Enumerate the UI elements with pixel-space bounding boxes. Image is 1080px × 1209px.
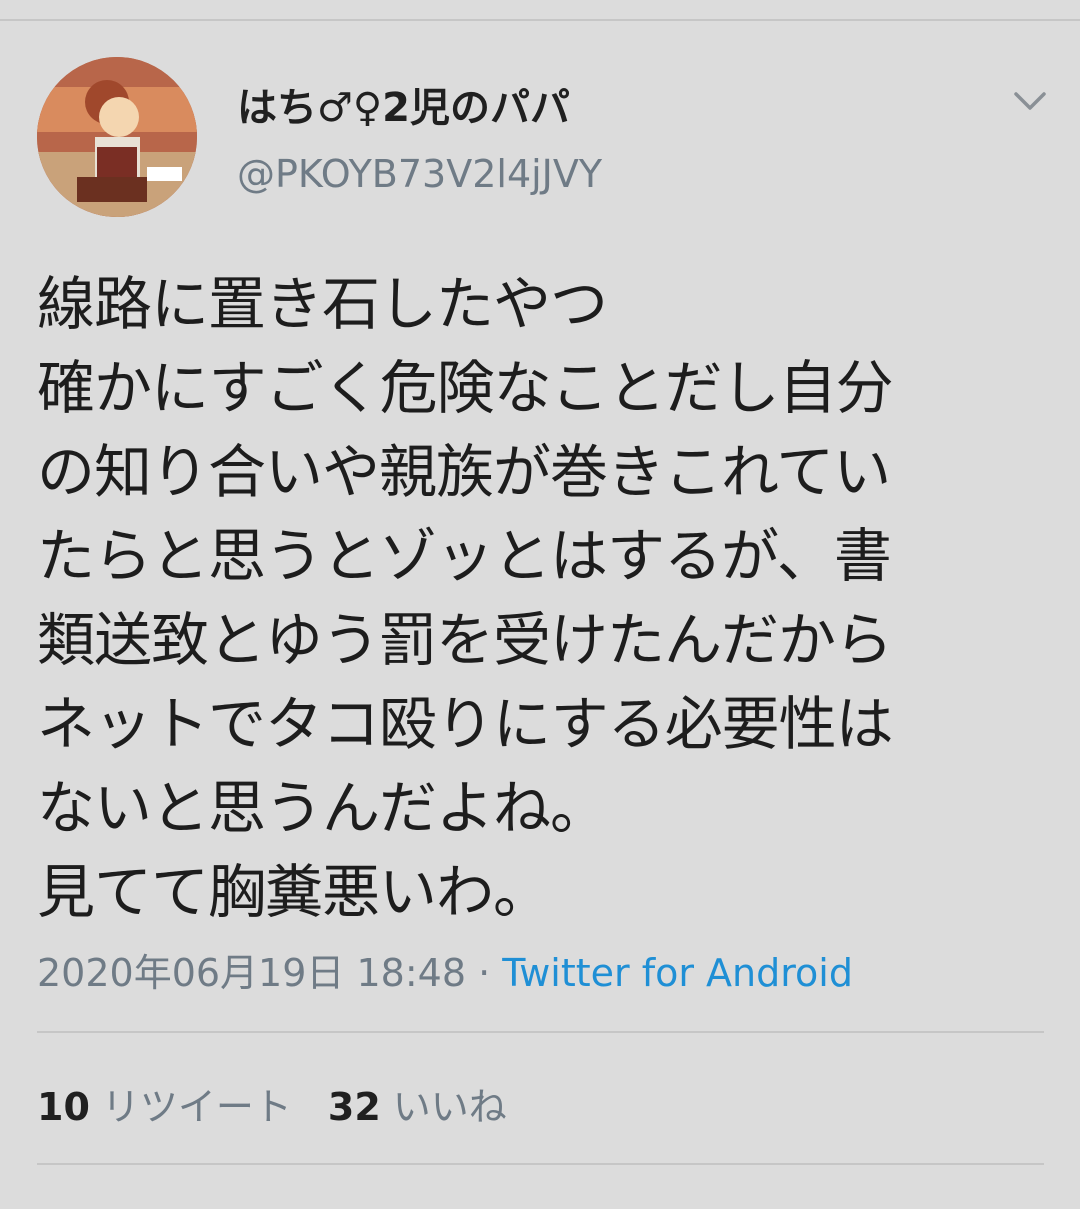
- chevron-down-icon[interactable]: [1010, 84, 1050, 120]
- top-divider: [0, 19, 1080, 21]
- tweet-detail-screen: はち♂♀2児のパパ @PKOYB73V2l4jJVY 線路に置き石したやつ 確か…: [0, 0, 1080, 1209]
- tweet-source-link[interactable]: Twitter for Android: [502, 951, 853, 995]
- tweet-line: の知り合いや親族が巻きこれてい: [37, 438, 891, 506]
- likes-stat[interactable]: 32 いいね: [328, 1085, 507, 1129]
- meta-separator: ·: [466, 951, 503, 995]
- stats-divider-bottom: [37, 1163, 1044, 1165]
- tweet-stats: 10 リツイート 32 いいね: [37, 1076, 507, 1131]
- likes-count: 32: [327, 1085, 381, 1129]
- avatar[interactable]: [37, 57, 197, 217]
- avatar-illustration-icon: [37, 57, 197, 217]
- tweet-text: 線路に置き石したやつ 確かにすごく危険なことだし自分 の知り合いや親族が巻きこれ…: [37, 262, 1047, 934]
- retweets-label: リツイート: [101, 1085, 292, 1129]
- tweet-line: 類送致とゆう罰を受けたんだから: [37, 606, 893, 674]
- retweets-stat[interactable]: 10 リツイート: [37, 1085, 292, 1129]
- tweet-line: ないと思うんだよね。: [37, 774, 608, 842]
- retweets-count: 10: [37, 1085, 90, 1129]
- tweet-line: ネットでタコ殴りにする必要性は: [37, 690, 894, 758]
- user-handle[interactable]: @PKOYB73V2l4jJVY: [237, 152, 602, 196]
- likes-label: いいね: [392, 1085, 507, 1129]
- tweet-line: たらと思うとゾッとはするが、書: [37, 522, 892, 590]
- tweet-line: 見てて胸糞悪いわ。: [37, 858, 551, 926]
- stats-divider-top: [37, 1031, 1044, 1033]
- tweet-line: 確かにすごく危険なことだし自分: [37, 354, 894, 422]
- tweet-timestamp[interactable]: 2020年06月19日 18:48: [37, 951, 466, 995]
- display-name[interactable]: はち♂♀2児のパパ: [237, 75, 570, 133]
- tweet-line: 線路に置き石したやつ: [37, 270, 608, 338]
- tweet-meta: 2020年06月19日 18:48 · Twitter for Android: [37, 942, 853, 997]
